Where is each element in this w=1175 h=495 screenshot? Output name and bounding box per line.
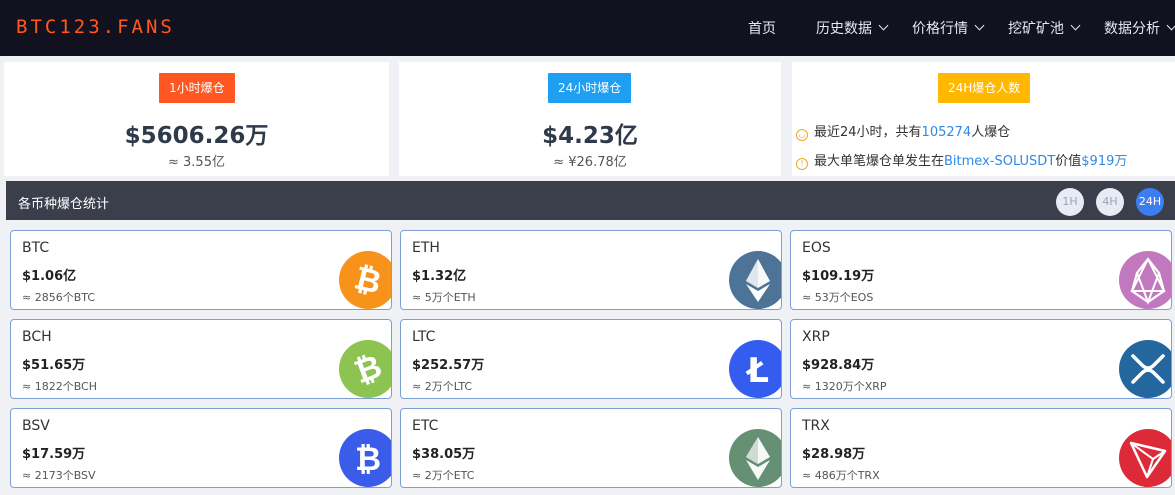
coin-value: $1.32亿: [412, 269, 467, 284]
top-navbar: BTC123.FANS 首页 历史数据 价格行情 挖矿矿池 数据分析: [0, 0, 1175, 56]
ethereum-icon: [729, 251, 781, 309]
svg-text:₿: ₿: [349, 347, 387, 392]
chevron-down-icon: [1070, 20, 1081, 31]
nav-label: 首页: [748, 21, 776, 37]
tron-icon: [1119, 429, 1171, 487]
coin-count: ≈ 486万个TRX: [802, 469, 880, 482]
svg-text:Ł: Ł: [745, 351, 769, 391]
stat-value-24h: $4.23亿: [542, 123, 638, 149]
coin-count: ≈ 1320万个XRP: [802, 380, 887, 393]
svg-text:₿: ₿: [351, 258, 385, 301]
chevron-down-icon: [1166, 20, 1175, 31]
coin-card-bch[interactable]: BCH $51.65万 ≈ 1822个BCH ₿: [10, 319, 392, 399]
bitcoin-icon: ₿: [339, 251, 391, 309]
people-count: 105274: [921, 125, 972, 140]
coin-symbol: BSV: [22, 418, 50, 434]
timeframe-button-1h[interactable]: 1H: [1056, 188, 1084, 216]
coin-count: ≈ 1822个BCH: [22, 380, 98, 393]
info-text: 价值: [1055, 154, 1082, 169]
coin-card-btc[interactable]: BTC $1.06亿 ≈ 2856个BTC ₿: [10, 230, 392, 310]
stat-sub-1h: ≈ 3.55亿: [168, 155, 225, 170]
info-text: 人爆仓: [971, 125, 1011, 140]
section-header: 各币种爆仓统计 1H 4H 24H: [6, 181, 1175, 220]
stat-card-people: 24H爆仓人数 ◡ 最近24小时，共有105274人爆仓 ! 最大单笔爆仓单发生在B…: [792, 62, 1175, 176]
timeframe-button-24h[interactable]: 24H: [1136, 188, 1164, 216]
coin-value: $1.06亿: [22, 269, 77, 284]
coin-count: ≈ 53万个EOS: [802, 291, 874, 304]
info-line-count: ◡ 最近24小时，共有105274人爆仓: [796, 121, 1010, 141]
xrp-icon: [1119, 340, 1171, 398]
stat-card-24h: 24小时爆仓 $4.23亿 ≈ ¥26.78亿: [399, 62, 781, 176]
coin-symbol: ETH: [412, 240, 440, 256]
coin-symbol: ETC: [412, 418, 439, 434]
coin-value: $928.84万: [802, 358, 875, 373]
coin-value: $109.19万: [802, 269, 875, 284]
bitcoin-sv-icon: ₿: [339, 429, 391, 487]
coin-card-etc[interactable]: ETC $38.05万 ≈ 2万个ETC: [400, 408, 782, 488]
coin-symbol: BTC: [22, 240, 50, 256]
coin-card-ltc[interactable]: LTC $252.57万 ≈ 2万个LTC Ł: [400, 319, 782, 399]
chevron-down-icon: [878, 20, 889, 31]
coin-count: ≈ 2856个BTC: [22, 291, 96, 304]
coin-value: $38.05万: [412, 447, 476, 462]
svg-text:₿: ₿: [355, 440, 381, 478]
coin-value: $17.59万: [22, 447, 86, 462]
coin-value: $51.65万: [22, 358, 86, 373]
section-title: 各币种爆仓统计: [18, 197, 110, 212]
smile-icon: ◡: [796, 129, 808, 141]
coin-card-bsv[interactable]: BSV $17.59万 ≈ 2173个BSV ₿: [10, 408, 392, 488]
coin-card-eth[interactable]: ETH $1.32亿 ≈ 5万个ETH: [400, 230, 782, 310]
info-line-max: ! 最大单笔爆仓单发生在Bitmex-SOLUSDT价值$919万: [796, 150, 1127, 170]
nav-label: 数据分析: [1104, 21, 1160, 37]
chevron-down-icon: [974, 20, 985, 31]
nav-item-mining[interactable]: 挖矿矿池: [1008, 0, 1081, 56]
coin-card-xrp[interactable]: XRP $928.84万 ≈ 1320万个XRP: [790, 319, 1172, 399]
coin-symbol: TRX: [802, 418, 830, 434]
nav-item-home[interactable]: 首页: [748, 0, 776, 56]
info-icon: !: [796, 158, 808, 170]
stat-label-people: 24H爆仓人数: [938, 73, 1031, 103]
coin-count: ≈ 5万个ETH: [412, 291, 476, 304]
ethereum-classic-icon: [729, 429, 781, 487]
nav-label: 价格行情: [912, 21, 968, 37]
litecoin-icon: Ł: [729, 340, 781, 398]
coin-count: ≈ 2万个LTC: [412, 380, 473, 393]
coin-symbol: EOS: [802, 240, 831, 256]
info-text: 最近24小时，共有: [814, 125, 922, 140]
max-pair: Bitmex-SOLUSDT: [944, 154, 1056, 169]
timeframe-button-4h[interactable]: 4H: [1096, 188, 1124, 216]
coin-symbol: LTC: [412, 329, 436, 345]
coin-count: ≈ 2173个BSV: [22, 469, 96, 482]
stat-value-1h: $5606.26万: [124, 123, 269, 149]
site-logo[interactable]: BTC123.FANS: [16, 16, 175, 38]
stat-card-1h: 1小时爆仓 $5606.26万 ≈ 3.55亿: [4, 62, 389, 176]
coin-value: $252.57万: [412, 358, 485, 373]
coin-card-eos[interactable]: EOS $109.19万 ≈ 53万个EOS: [790, 230, 1172, 310]
stat-sub-24h: ≈ ¥26.78亿: [553, 155, 627, 170]
coin-symbol: XRP: [802, 329, 830, 345]
info-text: 最大单笔爆仓单发生在: [814, 154, 945, 169]
nav-label: 挖矿矿池: [1008, 21, 1064, 37]
stat-label-24h: 24小时爆仓: [548, 73, 632, 103]
coin-value: $28.98万: [802, 447, 866, 462]
nav-item-history[interactable]: 历史数据: [816, 0, 889, 56]
stat-label-1h: 1小时爆仓: [159, 73, 235, 103]
nav-item-prices[interactable]: 价格行情: [912, 0, 985, 56]
coin-card-trx[interactable]: TRX $28.98万 ≈ 486万个TRX: [790, 408, 1172, 488]
eos-icon: [1119, 251, 1171, 309]
coin-symbol: BCH: [22, 329, 52, 345]
coin-count: ≈ 2万个ETC: [412, 469, 475, 482]
nav-item-analysis[interactable]: 数据分析: [1104, 0, 1175, 56]
max-value: $919万: [1081, 154, 1128, 169]
nav-label: 历史数据: [816, 21, 872, 37]
bitcoin-cash-icon: ₿: [339, 340, 391, 398]
